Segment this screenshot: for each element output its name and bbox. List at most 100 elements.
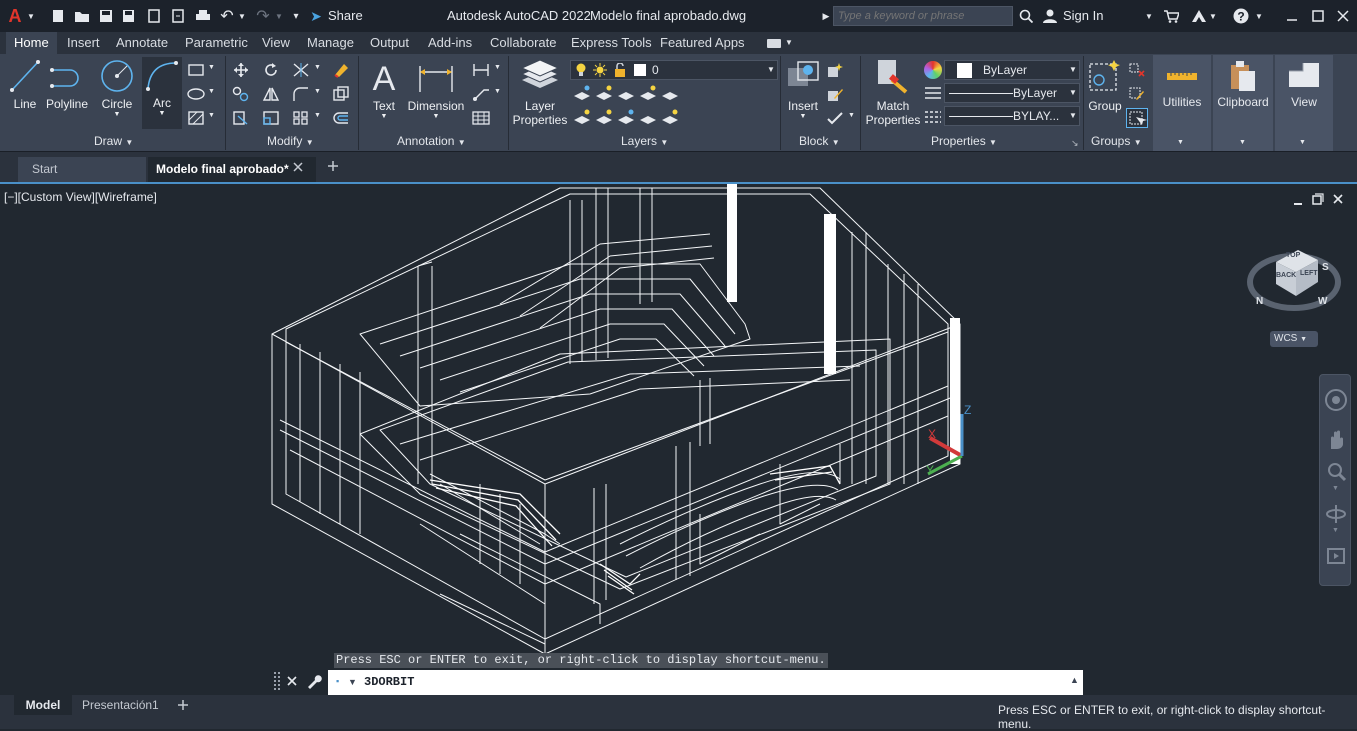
tab-add-ins[interactable]: Add-ins bbox=[424, 32, 476, 54]
save-web-icon[interactable] bbox=[170, 6, 186, 26]
tab-annotate[interactable]: Annotate bbox=[112, 32, 172, 54]
tab-output[interactable]: Output bbox=[366, 32, 413, 54]
rectangle-dropdown-icon[interactable]: ▼ bbox=[208, 64, 215, 71]
erase-icon[interactable] bbox=[332, 62, 350, 78]
circle-button[interactable]: Circle ▼ bbox=[98, 58, 136, 118]
scale-icon[interactable] bbox=[262, 110, 280, 126]
copy-icon[interactable] bbox=[232, 86, 250, 102]
edit-attributes-icon[interactable] bbox=[826, 110, 844, 126]
linetype-icon[interactable] bbox=[924, 86, 942, 100]
ellipse-icon[interactable] bbox=[187, 86, 205, 102]
fillet-icon[interactable] bbox=[292, 86, 310, 102]
insert-block-button[interactable]: Insert ▼ bbox=[784, 58, 822, 122]
cart-icon[interactable] bbox=[1162, 6, 1180, 26]
viewcube[interactable]: TOP BACK LEFT N S W bbox=[1246, 238, 1342, 318]
mirror-icon[interactable] bbox=[262, 86, 280, 102]
polyline-button[interactable]: Polyline bbox=[44, 58, 90, 112]
share-button[interactable]: Share bbox=[328, 8, 363, 23]
viewcube-front-face[interactable]: BACK bbox=[1276, 272, 1296, 279]
share-icon[interactable]: ➤ bbox=[308, 6, 324, 26]
annotation-panel-label[interactable]: Annotation ▼ bbox=[397, 132, 466, 150]
lineweight-dropdown[interactable]: BYLAY... ▼ bbox=[944, 106, 1080, 126]
orbit-dropdown-icon[interactable]: ▼ bbox=[1332, 527, 1339, 534]
modify-panel-expand-icon[interactable]: ▼ bbox=[306, 138, 314, 147]
array-icon[interactable] bbox=[292, 110, 310, 126]
create-block-icon[interactable] bbox=[826, 62, 844, 78]
explode-icon[interactable] bbox=[332, 86, 350, 102]
tab-parametric[interactable]: Parametric bbox=[181, 32, 252, 54]
autocad-logo-icon[interactable]: A bbox=[6, 6, 24, 26]
new-file-icon[interactable] bbox=[50, 6, 66, 26]
viewcube-right-face[interactable]: LEFT bbox=[1300, 270, 1318, 277]
open-file-icon[interactable] bbox=[73, 6, 91, 26]
close-tab-icon[interactable] bbox=[292, 160, 304, 172]
sign-in-button[interactable]: Sign In bbox=[1063, 8, 1103, 23]
wireframe-3d-model[interactable]: X Y Z bbox=[0, 184, 1357, 697]
arc-button[interactable]: Arc ▼ bbox=[142, 57, 182, 129]
steering-wheel-icon[interactable] bbox=[1325, 389, 1347, 411]
maximize-icon[interactable] bbox=[1308, 6, 1328, 26]
dimension-button[interactable]: Dimension ▼ bbox=[406, 58, 466, 122]
circle-dropdown-icon[interactable]: ▼ bbox=[98, 111, 136, 118]
properties-panel-expand-icon[interactable]: ▼ bbox=[989, 138, 997, 147]
color-dropdown-chevron-icon[interactable]: ▼ bbox=[1069, 65, 1077, 74]
layers-panel-expand-icon[interactable]: ▼ bbox=[660, 138, 668, 147]
arc-dropdown-icon[interactable]: ▼ bbox=[142, 110, 182, 117]
new-layout-icon[interactable] bbox=[176, 698, 190, 712]
app-dropdown-icon[interactable]: ▼ bbox=[1208, 6, 1218, 26]
properties-dialog-launcher-icon[interactable]: ↘ bbox=[1071, 138, 1079, 149]
properties-panel-label[interactable]: Properties ▼ bbox=[931, 132, 997, 150]
group-button[interactable]: Group bbox=[1086, 58, 1124, 122]
undo-icon[interactable]: ↶ bbox=[218, 6, 236, 26]
new-tab-icon[interactable] bbox=[326, 159, 340, 173]
text-dropdown-icon[interactable]: ▼ bbox=[364, 113, 404, 120]
edit-attributes-dropdown-icon[interactable]: ▼ bbox=[848, 112, 855, 119]
redo-dropdown-icon[interactable]: ▼ bbox=[274, 6, 284, 26]
utilities-dropdown-icon[interactable]: ▼ bbox=[1177, 139, 1184, 146]
zoom-dropdown-icon[interactable]: ▼ bbox=[1332, 485, 1339, 492]
view-dropdown-icon[interactable]: ▼ bbox=[1299, 139, 1306, 146]
tab-active-document[interactable]: Modelo final aprobado* bbox=[148, 157, 316, 182]
trim-dropdown-icon[interactable]: ▼ bbox=[314, 64, 321, 71]
compass-w[interactable]: W bbox=[1318, 296, 1327, 307]
command-customize-wrench-icon[interactable] bbox=[306, 673, 322, 689]
tab-model[interactable]: Model bbox=[14, 695, 72, 715]
modify-panel-label[interactable]: Modify ▼ bbox=[267, 132, 314, 150]
search-expand-icon[interactable]: ▶ bbox=[821, 6, 831, 26]
draw-panel-expand-icon[interactable]: ▼ bbox=[125, 138, 133, 147]
autodesk-app-icon[interactable] bbox=[1190, 6, 1208, 26]
hatch-icon[interactable] bbox=[187, 110, 205, 126]
view-button[interactable]: View ▼ bbox=[1275, 55, 1333, 151]
color-dropdown[interactable]: ByLayer ▼ bbox=[944, 60, 1080, 80]
layer-dropdown[interactable]: 0 ▼ bbox=[570, 60, 778, 80]
quick-access-customize-icon[interactable]: ▾ bbox=[290, 6, 302, 26]
linear-dimension-icon[interactable] bbox=[472, 62, 490, 78]
drawing-viewport[interactable]: [−][Custom View][Wireframe] X Y Z TOP BA… bbox=[0, 182, 1357, 697]
match-properties-button[interactable]: Match Properties bbox=[864, 58, 922, 128]
linetype-dropdown[interactable]: ByLayer ▼ bbox=[944, 83, 1080, 103]
ribbon-minimize-icon[interactable] bbox=[767, 39, 781, 48]
layer-dropdown-chevron-icon[interactable]: ▼ bbox=[767, 65, 775, 74]
groups-panel-label[interactable]: Groups ▼ bbox=[1091, 132, 1142, 150]
clipboard-button[interactable]: Clipboard ▼ bbox=[1213, 55, 1273, 151]
leader-dropdown-icon[interactable]: ▼ bbox=[494, 88, 501, 95]
annotation-panel-expand-icon[interactable]: ▼ bbox=[458, 138, 466, 147]
offset-icon[interactable] bbox=[332, 110, 350, 126]
dimension-dropdown-icon[interactable]: ▼ bbox=[406, 113, 466, 120]
group-edit-icon[interactable] bbox=[1128, 86, 1146, 102]
block-panel-expand-icon[interactable]: ▼ bbox=[832, 138, 840, 147]
layers-panel-label[interactable]: Layers ▼ bbox=[621, 132, 668, 150]
compass-s[interactable]: S bbox=[1322, 262, 1329, 273]
layer-thaw-sun-icon[interactable] bbox=[593, 63, 607, 77]
command-line-grip-icon[interactable] bbox=[274, 672, 280, 690]
linetype-dropdown-chevron-icon[interactable]: ▼ bbox=[1069, 88, 1077, 97]
line-button[interactable]: Line bbox=[8, 58, 42, 112]
minimize-icon[interactable] bbox=[1282, 6, 1302, 26]
user-icon[interactable] bbox=[1041, 6, 1059, 26]
layer-on-bulb-icon[interactable] bbox=[575, 63, 587, 77]
leader-icon[interactable] bbox=[472, 86, 490, 102]
command-line-input[interactable]: ▪ ▼ 3DORBIT ▲ bbox=[328, 670, 1083, 696]
redo-icon[interactable]: ↷ bbox=[254, 6, 272, 26]
stretch-icon[interactable] bbox=[232, 110, 250, 126]
tab-collaborate[interactable]: Collaborate bbox=[486, 32, 561, 54]
